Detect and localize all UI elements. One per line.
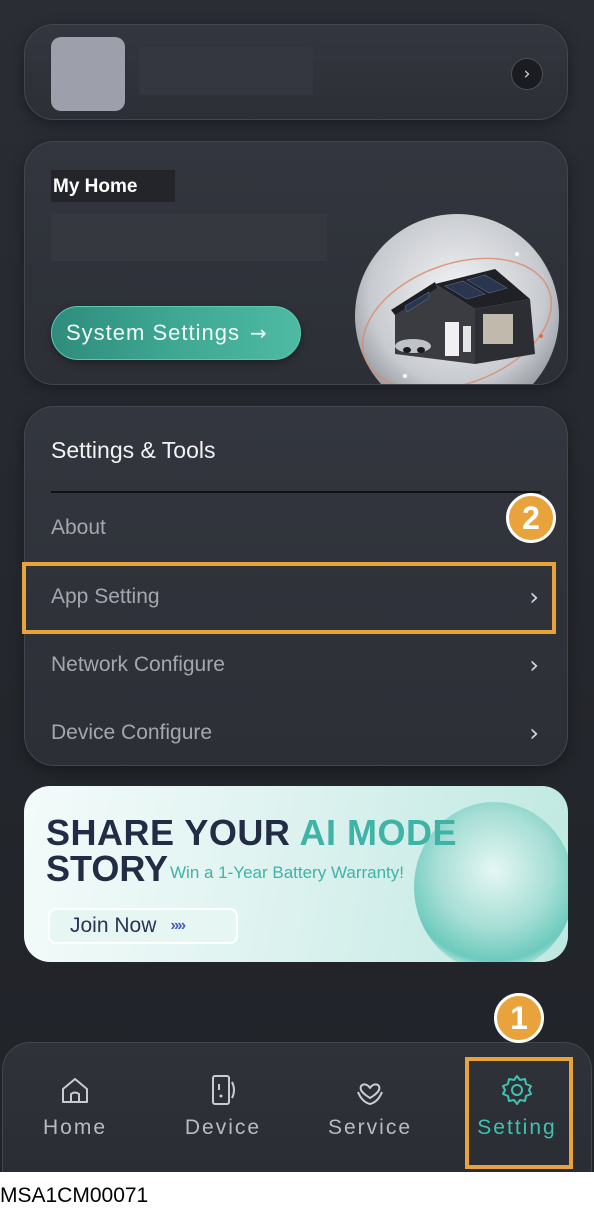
chevron-right-icon: › <box>529 719 539 747</box>
highlight-box-app-setting <box>22 562 556 634</box>
step-badge-2: 2 <box>506 493 556 543</box>
promo-headline-line2: STORY <box>46 848 169 889</box>
divider <box>51 491 541 493</box>
home-title: My Home <box>53 176 138 197</box>
settings-tools-title: Settings & Tools <box>51 437 216 463</box>
house-illustration-graphic <box>361 252 553 384</box>
menu-item-label: Device Configure <box>51 721 213 744</box>
chevron-right-icon: › <box>529 651 539 679</box>
promo-headline-highlight: AI MODE <box>299 812 458 853</box>
promo-subtitle: Win a 1-Year Battery Warranty! <box>170 863 404 882</box>
system-settings-label: System Settings <box>66 320 240 345</box>
nav-item-device[interactable]: Device <box>163 1072 283 1162</box>
double-chevron-icon: »» <box>170 917 186 934</box>
highlight-box-setting-tab <box>465 1057 573 1169</box>
arrow-right-icon: → <box>249 321 268 345</box>
menu-item-label: About <box>51 516 106 539</box>
app-screen: › My Home System Settings → Settings & T… <box>0 0 594 1172</box>
nav-item-service[interactable]: Service <box>310 1072 430 1162</box>
join-now-label: Join Now <box>70 914 157 937</box>
figure-code: MSA1CM00071 <box>0 1184 149 1207</box>
menu-item-network-configure[interactable]: Network Configure › <box>51 643 541 687</box>
nav-item-home[interactable]: Home <box>15 1072 135 1162</box>
redacted-user-name <box>139 47 313 95</box>
house-illustration <box>355 214 559 384</box>
menu-item-about[interactable]: About <box>51 506 541 550</box>
home-card: My Home System Settings → <box>24 141 568 385</box>
chevron-right-icon[interactable]: › <box>511 58 543 90</box>
menu-item-device-configure[interactable]: Device Configure › <box>51 711 541 755</box>
promo-headline-prefix: SHARE YOUR <box>46 812 300 853</box>
redacted-home-info <box>51 213 327 261</box>
device-icon <box>212 1075 235 1105</box>
service-icon <box>357 1083 383 1106</box>
join-now-button[interactable]: Join Now »» <box>48 908 238 944</box>
home-icon <box>62 1078 88 1103</box>
avatar <box>51 37 125 111</box>
nav-label: Device <box>184 1116 262 1139</box>
nav-label: Service <box>327 1116 413 1139</box>
profile-card[interactable]: › <box>24 24 568 120</box>
menu-item-label: Network Configure <box>51 653 225 676</box>
system-settings-button[interactable]: System Settings → <box>51 306 301 360</box>
nav-label: Home <box>42 1116 108 1139</box>
step-badge-1: 1 <box>494 993 544 1043</box>
promo-banner[interactable]: SHARE YOUR AI MODE STORY Win a 1-Year Ba… <box>24 786 568 962</box>
